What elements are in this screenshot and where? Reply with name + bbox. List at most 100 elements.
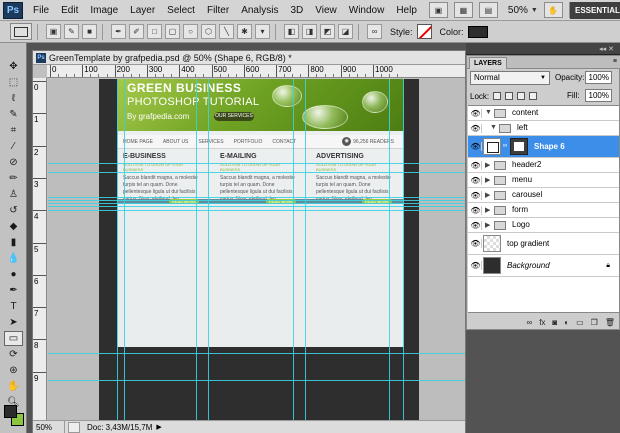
add-to-shape-icon[interactable]: ◧ [284,24,299,39]
vector-mask-thumbnail[interactable] [510,138,528,155]
chevron-right-icon[interactable]: ▶ [485,176,490,184]
menu-window[interactable]: Window [343,0,391,21]
chevron-down-icon[interactable]: ▼ [531,7,538,14]
layers-tab[interactable]: LAYERS [469,57,507,69]
chevron-right-icon[interactable]: ▶ [485,221,490,229]
panel-menu-icon[interactable]: ≡ [613,58,617,65]
guide-vertical[interactable] [293,79,294,420]
menu-3d[interactable]: 3D [284,0,309,21]
zoom-level[interactable]: 50% [508,5,528,16]
menu-view[interactable]: View [309,0,343,21]
crop-icon[interactable]: ⌗ [4,123,23,138]
layer-row-top-gradient[interactable]: 👁 top gradient [468,233,619,255]
new-layer-icon[interactable]: ❐ [591,318,598,327]
lock-position-icon[interactable] [517,92,526,100]
path-select-icon[interactable]: ➤ [4,315,23,330]
guide-horizontal[interactable] [48,203,465,204]
adjustment-icon[interactable]: ◐ [564,318,569,327]
layer-row-form[interactable]: 👁 ▶ form [468,203,619,218]
lock-transparent-icon[interactable] [493,92,502,100]
history-brush-icon[interactable]: ↺ [4,203,23,218]
shape-layers-icon[interactable]: ▣ [46,24,61,39]
hand-icon[interactable]: ✋ [4,379,23,394]
custom-shape-icon[interactable]: ✱ [237,24,252,39]
type-icon[interactable]: T [4,299,23,314]
layer-row-background[interactable]: 👁 Background 🔒︎ [468,255,619,277]
style-swatch[interactable] [416,24,432,39]
guide-horizontal[interactable] [48,200,465,201]
pen-icon[interactable]: ✒ [4,283,23,298]
guide-horizontal[interactable] [48,197,465,198]
guide-horizontal[interactable] [48,206,465,207]
guide-vertical[interactable] [196,79,197,420]
menu-edit[interactable]: Edit [55,0,84,21]
gradient-icon[interactable]: ▮ [4,235,23,250]
status-zoom[interactable]: 50% [33,420,65,433]
canvas[interactable]: GREEN BUSINESS PHOTOSHOP TUTORIAL By gra… [48,79,465,420]
opacity-field[interactable]: 100% [585,71,612,84]
eye-icon[interactable]: 👁 [470,239,482,248]
layer-row-header2[interactable]: 👁 ▶ header2 [468,158,619,173]
intersect-shape-icon[interactable]: ◩ [320,24,335,39]
ruler-vertical[interactable]: 0 1 2 3 4 5 6 7 8 9 [33,78,47,420]
eye-icon[interactable]: 👁 [470,221,482,230]
menu-image[interactable]: Image [84,0,124,21]
menu-select[interactable]: Select [161,0,201,21]
paths-icon[interactable]: ✎ [64,24,79,39]
menu-filter[interactable]: Filter [201,0,235,21]
guide-vertical[interactable] [389,79,390,420]
blend-mode-select[interactable]: Normal ▼ [470,71,550,85]
chevron-down-icon[interactable]: ▼ [485,109,492,116]
pen-icon[interactable]: ✒ [111,24,126,39]
shape-icon[interactable]: ▭ [4,331,23,346]
link-icon[interactable]: ∞ [503,143,507,149]
guide-horizontal[interactable] [48,210,465,211]
lock-all-icon[interactable] [529,92,538,100]
menu-file[interactable]: File [27,0,55,21]
blur-icon[interactable]: 💧 [4,251,23,266]
add-mask-icon[interactable]: ◙ [552,318,557,327]
color-swatches[interactable] [4,405,26,431]
dodge-icon[interactable]: ● [4,267,23,282]
eye-icon[interactable]: 👁 [470,142,482,151]
eye-icon[interactable]: 👁 [470,161,482,170]
marquee-icon[interactable]: ⬚ [4,75,23,90]
layer-row-logo[interactable]: 👁 ▶ Logo [468,218,619,233]
workspace-switcher[interactable]: ESSENTIALS [570,2,620,19]
eye-icon[interactable]: 👁 [470,124,482,133]
link-layers-icon[interactable]: ∞ [526,318,532,327]
menu-analysis[interactable]: Analysis [235,0,284,21]
mini-bridge-icon[interactable]: ▦ [453,2,473,18]
fill-field[interactable]: 100% [585,89,612,102]
bridge-icon[interactable]: ▣ [428,2,448,18]
guide-vertical[interactable] [117,79,118,420]
rectangle-shape-icon[interactable]: □ [147,24,162,39]
guide-vertical[interactable] [124,79,125,420]
layer-row-menu[interactable]: 👁 ▶ menu [468,173,619,188]
menu-layer[interactable]: Layer [124,0,161,21]
exclude-shape-icon[interactable]: ◪ [338,24,353,39]
menu-help[interactable]: Help [390,0,423,21]
eye-icon[interactable]: 👁 [470,206,482,215]
status-menu-arrow-icon[interactable]: ▶ [156,423,161,431]
extras-icon[interactable]: ▤ [478,2,498,18]
document-tab[interactable]: Ps GreenTemplate by grafpedia.psd @ 50% … [33,51,465,65]
layer-row-left[interactable]: 👁 ▼ left [468,121,619,136]
ellipse-icon[interactable]: ○ [183,24,198,39]
guide-vertical[interactable] [403,79,404,420]
guide-vertical[interactable] [208,79,209,420]
move-icon[interactable]: ✥ [4,59,23,74]
line-icon[interactable]: ╲ [219,24,234,39]
new-group-icon[interactable]: ▭ [576,318,584,327]
guide-horizontal[interactable] [48,163,465,164]
layer-row-carousel[interactable]: 👁 ▶ carousel [468,188,619,203]
subtract-shape-icon[interactable]: ◨ [302,24,317,39]
guide-vertical[interactable] [305,79,306,420]
guide-horizontal[interactable] [48,380,465,381]
brush-icon[interactable]: ✏ [4,171,23,186]
layer-row-shape-6[interactable]: 👁 ∞ Shape 6 [468,136,619,158]
3d-rotate-icon[interactable]: ⟳ [4,347,23,362]
tool-preset-picker[interactable] [10,23,32,40]
status-preview-icon[interactable] [68,421,80,433]
hand-tool-icon[interactable]: ✋ [543,2,563,18]
